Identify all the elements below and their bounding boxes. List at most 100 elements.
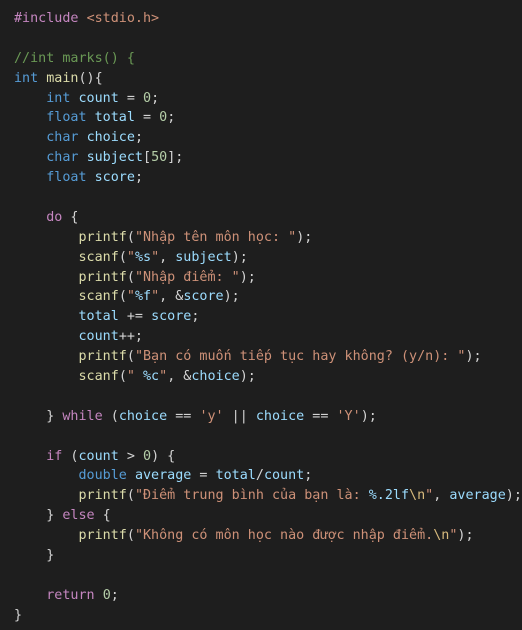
code-token: <stdio.h> <box>86 11 160 26</box>
code-token: , <box>433 488 450 504</box>
code-token: ( <box>126 488 135 504</box>
code-token: 50 <box>151 150 168 166</box>
code-token: ; <box>110 587 119 603</box>
code-token: %c <box>143 369 160 385</box>
code-token: "Nhập tên môn học: " <box>134 229 297 245</box>
code-line[interactable]: printf("Không có môn học nào được nhập đ… <box>14 526 522 546</box>
code-token: ( <box>126 229 135 245</box>
code-token: > <box>118 448 143 464</box>
code-token: " <box>126 289 135 305</box>
code-line[interactable]: } while (choice == 'y' || choice == 'Y')… <box>14 407 522 427</box>
code-token: "Nhập điểm: " <box>134 269 240 285</box>
code-token: scanf <box>78 289 119 305</box>
code-line[interactable] <box>14 427 522 447</box>
code-token: " <box>159 369 168 385</box>
code-line[interactable]: int main(){ <box>14 69 522 89</box>
code-token: ); <box>239 269 256 285</box>
code-token: \n <box>409 488 426 504</box>
code-token: score <box>151 309 192 325</box>
code-line[interactable]: scanf("%s", subject); <box>14 248 522 268</box>
code-line[interactable]: double average = total/count; <box>14 466 522 486</box>
code-line[interactable]: char choice; <box>14 128 522 148</box>
code-token: "Không có môn học nào được nhập điểm. <box>134 528 434 544</box>
code-line[interactable]: char subject[50]; <box>14 148 522 168</box>
code-token: ; <box>151 90 160 106</box>
code-token: " <box>151 289 160 305</box>
code-line[interactable] <box>14 188 522 208</box>
code-line[interactable] <box>14 566 522 586</box>
code-line[interactable] <box>14 387 522 407</box>
code-line[interactable]: int count = 0; <box>14 89 522 109</box>
code-token: count <box>263 468 305 484</box>
code-line[interactable]: } <box>14 546 522 566</box>
code-line[interactable]: printf("Điểm trung bình của bạn là: %.2l… <box>14 486 522 506</box>
code-line[interactable]: //int marks() { <box>14 49 522 69</box>
code-token: else <box>62 508 95 524</box>
code-line[interactable]: return 0; <box>14 586 522 606</box>
code-token: 'Y' <box>336 408 361 424</box>
code-editor[interactable]: #include <stdio.h> //int marks() {int ma… <box>0 0 522 630</box>
code-token: [ <box>143 150 152 166</box>
code-token: 0 <box>143 448 152 464</box>
code-line[interactable]: total += score; <box>14 307 522 327</box>
code-token: ++; <box>118 329 143 345</box>
code-token: choice <box>191 369 240 385</box>
code-token: (){ <box>78 70 103 86</box>
code-line[interactable]: printf("Bạn có muốn tiếp tục hay không? … <box>14 347 522 367</box>
code-token: = <box>134 110 160 126</box>
code-token: printf <box>78 269 127 285</box>
code-token: ); <box>360 408 377 424</box>
code-token: } <box>14 408 63 424</box>
code-token: score <box>183 289 224 305</box>
code-line[interactable]: printf("Nhập tên môn học: "); <box>14 228 522 248</box>
code-area[interactable]: #include <stdio.h> //int marks() {int ma… <box>14 9 522 626</box>
code-token: subject <box>86 150 143 166</box>
code-line[interactable]: scanf(" %c", &choice); <box>14 367 522 387</box>
code-line[interactable]: do { <box>14 208 522 228</box>
code-token: = <box>191 468 216 484</box>
code-token: float <box>46 110 87 126</box>
code-line[interactable]: count++; <box>14 327 522 347</box>
code-line[interactable] <box>14 29 522 49</box>
code-token: printf <box>78 349 127 365</box>
code-token: #include <box>14 11 79 26</box>
code-token: average <box>449 488 506 504</box>
code-token: ; <box>167 110 176 126</box>
code-token: printf <box>78 488 127 504</box>
code-token: , & <box>159 289 184 305</box>
code-line[interactable]: #include <stdio.h> <box>14 9 522 29</box>
code-token: ); <box>223 289 240 305</box>
code-line[interactable]: float score; <box>14 168 522 188</box>
code-token: total <box>215 468 256 484</box>
code-line[interactable]: if (count > 0) { <box>14 447 522 467</box>
code-line[interactable]: } else { <box>14 506 522 526</box>
code-token: 0 <box>143 90 152 106</box>
code-token: ( <box>126 528 135 544</box>
code-token: ); <box>505 488 522 504</box>
code-line[interactable]: float total = 0; <box>14 108 522 128</box>
code-line[interactable]: printf("Nhập điểm: "); <box>14 268 522 288</box>
code-token: ( <box>118 369 127 385</box>
code-token: scanf <box>78 369 119 385</box>
code-token: ; <box>134 130 143 146</box>
code-token: scanf <box>78 249 119 265</box>
code-token: if <box>46 448 63 464</box>
code-token: , & <box>167 369 192 385</box>
code-line[interactable]: } <box>14 606 522 626</box>
code-line[interactable]: scanf("%f", &score); <box>14 287 522 307</box>
code-token: count <box>78 329 119 345</box>
